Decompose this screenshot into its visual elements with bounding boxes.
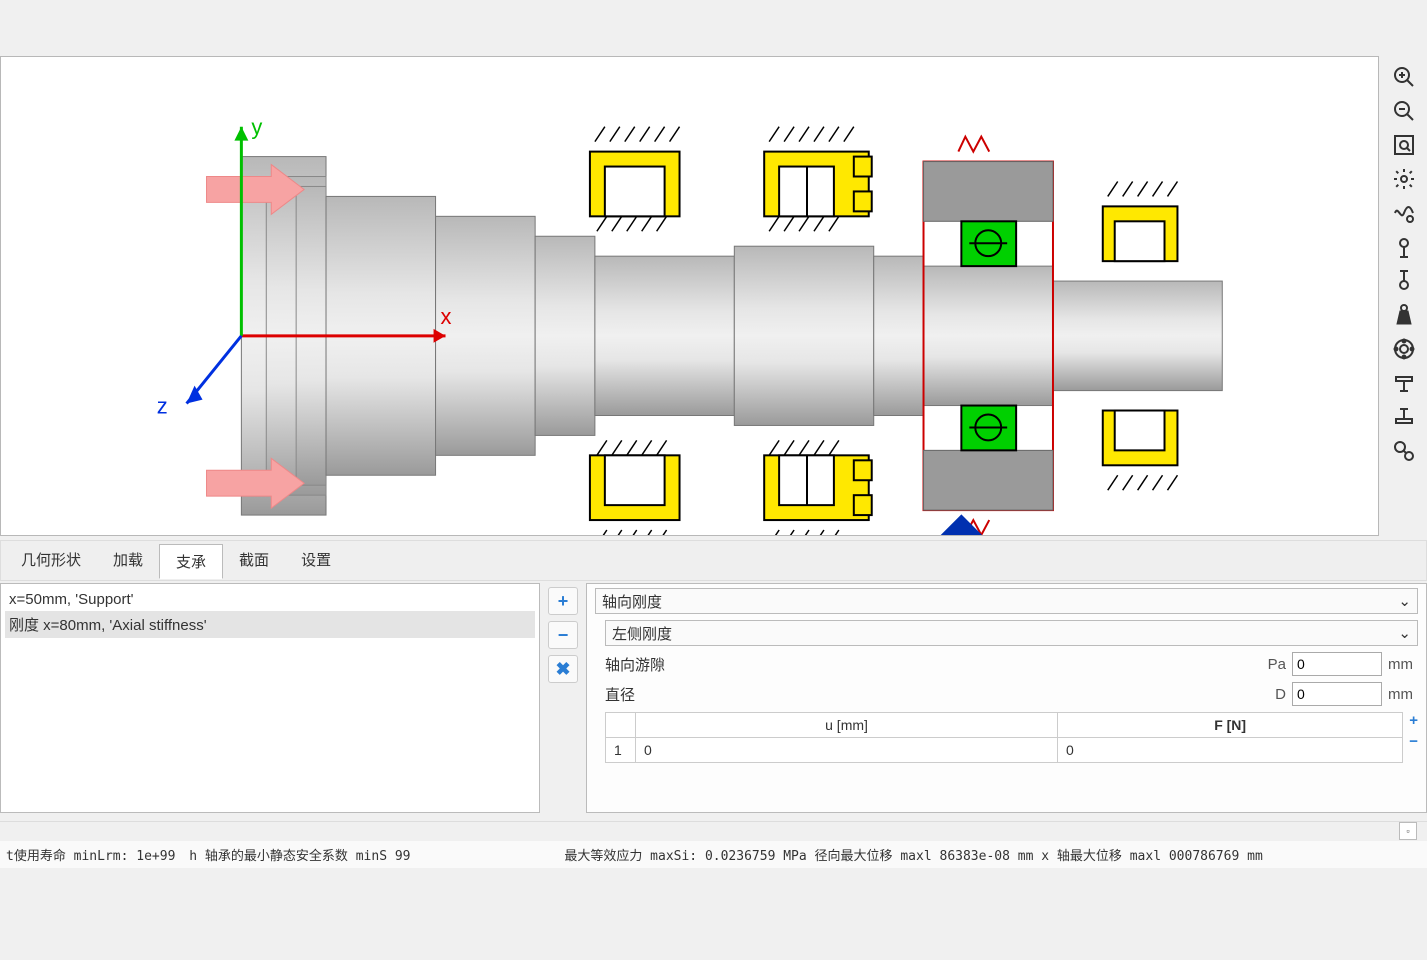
list-controls: + − ✖: [546, 583, 580, 813]
main-viewport-row: x y z: [0, 56, 1427, 536]
zoom-out-icon[interactable]: [1387, 98, 1421, 124]
tab-support[interactable]: 支承: [159, 544, 223, 579]
col-f: F [N]: [1058, 713, 1403, 738]
chevron-down-icon: ⌄: [1398, 592, 1411, 610]
tab-geometry[interactable]: 几何形状: [5, 543, 97, 578]
tab-section[interactable]: 截面: [223, 543, 285, 578]
combo-label: 轴向刚度: [602, 591, 662, 612]
axial-clearance-input[interactable]: [1292, 652, 1382, 676]
svg-text:z: z: [157, 394, 168, 419]
table-buttons: + −: [1409, 712, 1418, 763]
viewport-toolbar: [1381, 56, 1427, 536]
add-row-button[interactable]: +: [1409, 712, 1418, 729]
support-panel: x=50mm, 'Support' 刚度 x=80mm, 'Axial stif…: [0, 583, 1427, 813]
zoom-fit-icon[interactable]: [1387, 132, 1421, 158]
wave-icon[interactable]: [1387, 200, 1421, 226]
status-text: t使用寿命 minLrm: 1e+99: [6, 849, 175, 864]
field-label: 直径: [605, 684, 1250, 705]
table-row[interactable]: 1 0 0: [606, 738, 1403, 763]
delete-button[interactable]: ✖: [548, 655, 578, 683]
remove-row-button[interactable]: −: [1409, 733, 1418, 750]
bearing-icon[interactable]: [1387, 336, 1421, 362]
remove-button[interactable]: −: [548, 621, 578, 649]
axial-clearance-row: 轴向游隙 Pa mm: [605, 652, 1418, 676]
run-icon[interactable]: [1387, 438, 1421, 464]
field-symbol: Pa: [1256, 656, 1286, 673]
list-item[interactable]: 刚度 x=80mm, 'Axial stiffness': [5, 611, 535, 638]
status-bar: t使用寿命 minLrm: 1e+99 h 轴承的最小静态安全系数 minS 9…: [0, 841, 1427, 868]
status-text: h 轴承的最小静态安全系数 minS 99: [189, 849, 410, 864]
scale-top-icon[interactable]: [1387, 234, 1421, 260]
combo-label: 左侧刚度: [612, 623, 672, 644]
shaft-drawing: x y z: [1, 57, 1378, 535]
status-separator: ▫: [0, 821, 1427, 841]
gear-icon[interactable]: [1387, 166, 1421, 192]
stiffness-table[interactable]: u [mm] F [N] 1 0 0: [605, 712, 1403, 763]
field-symbol: D: [1256, 686, 1286, 703]
side-combo[interactable]: 左侧刚度 ⌄: [605, 620, 1418, 646]
diameter-row: 直径 D mm: [605, 682, 1418, 706]
field-unit: mm: [1388, 686, 1418, 703]
svg-text:y: y: [251, 115, 262, 140]
svg-text:x: x: [441, 304, 452, 329]
add-button[interactable]: +: [548, 587, 578, 615]
stiffness-table-area: u [mm] F [N] 1 0 0 + −: [605, 712, 1418, 763]
collapse-toggle[interactable]: ▫: [1399, 822, 1417, 840]
field-label: 轴向游隙: [605, 654, 1250, 675]
tab-settings[interactable]: 设置: [285, 543, 347, 578]
zoom-in-icon[interactable]: [1387, 64, 1421, 90]
diameter-input[interactable]: [1292, 682, 1382, 706]
support-list[interactable]: x=50mm, 'Support' 刚度 x=80mm, 'Axial stif…: [0, 583, 540, 813]
scale-bottom-icon[interactable]: [1387, 268, 1421, 294]
weight-icon[interactable]: [1387, 302, 1421, 328]
bottom-tabs: 几何形状 加载 支承 截面 设置: [0, 540, 1427, 581]
status-text: 最大等效应力 maxSi: 0.0236759 MPa 径向最大位移 maxl …: [564, 849, 1262, 864]
tab-load[interactable]: 加载: [97, 543, 159, 578]
title-bar-gap: [0, 0, 1427, 56]
chevron-down-icon: ⌄: [1398, 624, 1411, 642]
col-u: u [mm]: [636, 713, 1058, 738]
stiffness-type-combo[interactable]: 轴向刚度 ⌄: [595, 588, 1418, 614]
col-idx: [606, 713, 636, 738]
properties-panel: 轴向刚度 ⌄ 左侧刚度 ⌄ 轴向游隙 Pa mm 直径 D mm u [mm] …: [586, 583, 1427, 813]
list-item[interactable]: x=50mm, 'Support': [5, 588, 535, 611]
field-unit: mm: [1388, 656, 1418, 673]
shaft-viewport[interactable]: x y z: [0, 56, 1379, 536]
support-top-icon[interactable]: [1387, 370, 1421, 396]
support-bottom-icon[interactable]: [1387, 404, 1421, 430]
